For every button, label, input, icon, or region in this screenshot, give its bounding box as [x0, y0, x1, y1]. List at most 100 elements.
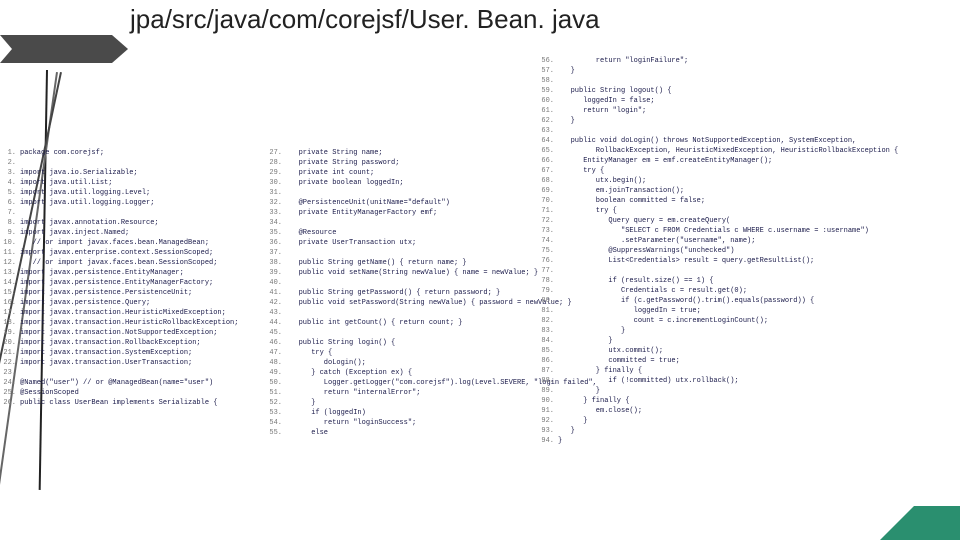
line-number: 61.	[540, 106, 558, 116]
line-number: 57.	[540, 66, 558, 76]
code-line: 79. Credentials c = result.get(0);	[540, 286, 956, 296]
code-line: 2.	[2, 158, 266, 168]
code-line: 90. } finally {	[540, 396, 956, 406]
line-number: 38.	[268, 258, 286, 268]
code-line: 80. if (c.getPassword().trim().equals(pa…	[540, 296, 956, 306]
code-line: 23.	[2, 368, 266, 378]
code-line: 76. List<Credentials> result = query.get…	[540, 256, 956, 266]
code-line: 78. if (result.size() == 1) {	[540, 276, 956, 286]
code-text	[20, 158, 266, 168]
code-line: 16.import javax.persistence.Query;	[2, 298, 266, 308]
code-line: 22.import javax.transaction.UserTransact…	[2, 358, 266, 368]
code-text: loggedIn = false;	[558, 96, 956, 106]
code-text: import javax.transaction.RollbackExcepti…	[20, 338, 266, 348]
code-text	[286, 188, 538, 198]
code-line: 62. }	[540, 116, 956, 126]
line-number: 11.	[2, 248, 20, 258]
code-line: 48. doLogin();	[268, 358, 538, 368]
line-number: 16.	[2, 298, 20, 308]
code-line: 63.	[540, 126, 956, 136]
slide-title: jpa/src/java/com/corejsf/User. Bean. jav…	[130, 4, 940, 35]
code-text: return "login";	[558, 106, 956, 116]
code-text: import javax.transaction.NotSupportedExc…	[20, 328, 266, 338]
line-number: 36.	[268, 238, 286, 248]
code-line: 33. private EntityManagerFactory emf;	[268, 208, 538, 218]
code-text: @PersistenceUnit(unitName="default")	[286, 198, 538, 208]
code-text: }	[558, 386, 956, 396]
code-text: loggedIn = true;	[558, 306, 956, 316]
code-text	[558, 126, 956, 136]
line-number: 6.	[2, 198, 20, 208]
line-number: 29.	[268, 168, 286, 178]
code-text: Query query = em.createQuery(	[558, 216, 956, 226]
line-number: 30.	[268, 178, 286, 188]
line-number: 1.	[2, 148, 20, 158]
code-text: } finally {	[558, 396, 956, 406]
line-number: 82.	[540, 316, 558, 326]
line-number: 68.	[540, 176, 558, 186]
code-line: 73. "SELECT c FROM Credentials c WHERE c…	[540, 226, 956, 236]
code-line: 31.	[268, 188, 538, 198]
line-number: 88.	[540, 376, 558, 386]
code-line: 57. }	[540, 66, 956, 76]
code-line: 52. }	[268, 398, 538, 408]
line-number: 42.	[268, 298, 286, 308]
code-text	[558, 266, 956, 276]
code-text: }	[558, 116, 956, 126]
code-text: count = c.incrementLoginCount();	[558, 316, 956, 326]
line-number: 50.	[268, 378, 286, 388]
code-text: public void setName(String newValue) { n…	[286, 268, 538, 278]
code-line: 38. public String getName() { return nam…	[268, 258, 538, 268]
line-number: 73.	[540, 226, 558, 236]
line-number: 72.	[540, 216, 558, 226]
code-text: if (result.size() == 1) {	[558, 276, 956, 286]
code-text: return "internalError";	[286, 388, 538, 398]
line-number: 91.	[540, 406, 558, 416]
code-text: List<Credentials> result = query.getResu…	[558, 256, 956, 266]
code-text: .setParameter("username", name);	[558, 236, 956, 246]
code-text: public void setPassword(String newValue)…	[286, 298, 572, 308]
code-text: "SELECT c FROM Credentials c WHERE c.use…	[558, 226, 956, 236]
line-number: 55.	[268, 428, 286, 438]
line-number: 26.	[2, 398, 20, 408]
code-line: 85. utx.commit();	[540, 346, 956, 356]
code-text: import javax.transaction.UserTransaction…	[20, 358, 266, 368]
line-number: 12.	[2, 258, 20, 268]
line-number: 23.	[2, 368, 20, 378]
line-number: 56.	[540, 56, 558, 66]
code-line: 64. public void doLogin() throws NotSupp…	[540, 136, 956, 146]
code-line: 39. public void setName(String newValue)…	[268, 268, 538, 278]
code-line: 10. // or import javax.faces.bean.Manage…	[2, 238, 266, 248]
line-number: 83.	[540, 326, 558, 336]
code-text	[286, 218, 538, 228]
line-number: 63.	[540, 126, 558, 136]
code-line: 55. else	[268, 428, 538, 438]
code-line: 67. try {	[540, 166, 956, 176]
code-line: 81. loggedIn = true;	[540, 306, 956, 316]
line-number: 7.	[2, 208, 20, 218]
code-text: }	[558, 416, 956, 426]
code-text: return "loginFailure";	[558, 56, 956, 66]
code-text: } catch (Exception ex) {	[286, 368, 538, 378]
code-text: @SessionScoped	[20, 388, 266, 398]
line-number: 25.	[2, 388, 20, 398]
code-line: 75. @SuppressWarnings("unchecked")	[540, 246, 956, 256]
line-number: 51.	[268, 388, 286, 398]
code-line: 43.	[268, 308, 538, 318]
code-column-2: 27. private String name;28. private Stri…	[268, 148, 538, 438]
code-text: private String password;	[286, 158, 538, 168]
code-line: 66. EntityManager em = emf.createEntityM…	[540, 156, 956, 166]
code-line: 72. Query query = em.createQuery(	[540, 216, 956, 226]
code-line: 35. @Resource	[268, 228, 538, 238]
code-text: import javax.transaction.HeuristicRollba…	[20, 318, 266, 328]
code-line: 21.import javax.transaction.SystemExcept…	[2, 348, 266, 358]
code-text: utx.commit();	[558, 346, 956, 356]
line-number: 39.	[268, 268, 286, 278]
line-number: 18.	[2, 318, 20, 328]
code-line: 84. }	[540, 336, 956, 346]
line-number: 40.	[268, 278, 286, 288]
code-text: @Resource	[286, 228, 538, 238]
line-number: 67.	[540, 166, 558, 176]
line-number: 15.	[2, 288, 20, 298]
code-line: 42. public void setPassword(String newVa…	[268, 298, 538, 308]
